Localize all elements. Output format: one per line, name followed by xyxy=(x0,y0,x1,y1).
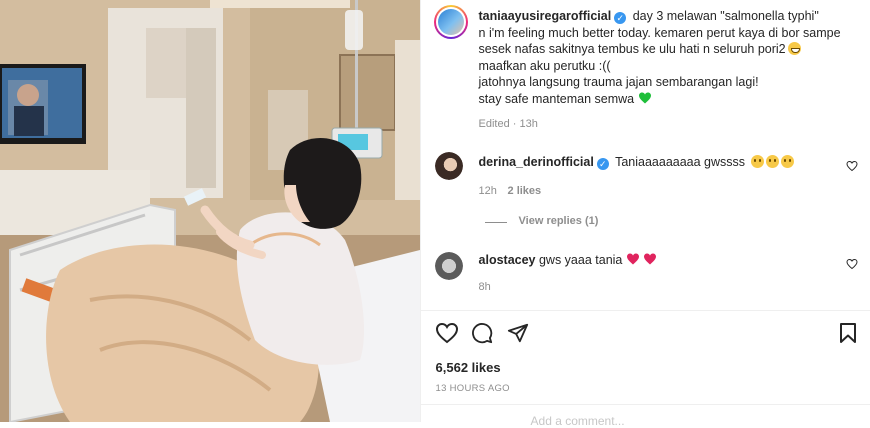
author-username[interactable]: taniaayusiregarofficial xyxy=(479,9,612,23)
sad-face-emoji-icon xyxy=(765,155,779,168)
comment-username[interactable]: derina_derinofficial xyxy=(479,155,594,169)
comment-text: Taniaaaaaaaaa gwssss xyxy=(615,155,746,169)
replies-divider xyxy=(484,222,507,223)
comment-time: 12h xyxy=(478,185,497,197)
post-details-panel: taniaayusiregarofficial ✓ day 3 melawan "… xyxy=(419,0,870,428)
caption-line: day 3 melawan "salmonella typhi" xyxy=(632,9,819,23)
likes-count[interactable]: 6,562 likes xyxy=(436,360,501,375)
instagram-post-viewer: taniaayusiregarofficial ✓ day 3 melawan "… xyxy=(0,0,870,428)
section-divider xyxy=(420,310,870,311)
grinning-sweat-emoji-icon xyxy=(787,42,801,55)
heart-icon[interactable] xyxy=(435,322,459,344)
comment-like-heart-icon[interactable] xyxy=(846,258,858,270)
commenter-avatar[interactable] xyxy=(434,152,463,180)
post-timestamp: 13 HOURS AGO xyxy=(435,383,510,394)
bookmark-icon[interactable] xyxy=(839,322,857,344)
section-divider xyxy=(420,404,870,405)
commenter-avatar[interactable] xyxy=(434,252,463,280)
comment-item: alostacey gws yaaa tania xyxy=(479,253,658,267)
sad-face-emoji-icon xyxy=(780,155,794,168)
paper-plane-icon[interactable] xyxy=(507,322,529,344)
post-caption: taniaayusiregarofficial ✓ day 3 melawan "… xyxy=(479,8,859,107)
comment-like-heart-icon[interactable] xyxy=(846,160,858,172)
comment-item: derina_derinofficial ✓ Taniaaaaaaaaa gwss… xyxy=(479,155,794,170)
green-heart-icon xyxy=(638,92,651,103)
caption-line: n i'm feeling much better today. kemaren… xyxy=(478,25,841,40)
caption-line: jatohnya langsung trauma jajan sembarang… xyxy=(478,75,759,89)
comment-username[interactable]: alostacey xyxy=(479,253,536,267)
red-heart-icon xyxy=(644,253,657,265)
sad-face-emoji-icon xyxy=(750,155,764,168)
verified-badge-icon: ✓ xyxy=(614,12,627,24)
author-avatar[interactable] xyxy=(433,5,468,39)
post-photo[interactable] xyxy=(0,0,420,422)
caption-line: stay safe manteman semwa xyxy=(478,91,635,106)
caption-line: maafkan aku perutku :(( xyxy=(478,58,611,73)
add-comment-input[interactable]: Add a comment... xyxy=(531,414,625,428)
comment-text: gws yaaa tania xyxy=(538,253,623,267)
hospital-room-illustration xyxy=(0,0,420,422)
verified-badge-icon: ✓ xyxy=(596,158,609,170)
view-replies-link[interactable]: View replies (1) xyxy=(519,215,599,227)
caption-line: sesek nafas sakitnya tembus ke ulu hati … xyxy=(478,42,786,56)
comment-time: 8h xyxy=(478,281,491,293)
post-edited-time: Edited · 13h xyxy=(478,118,538,130)
comment-likes[interactable]: 2 likes xyxy=(508,185,542,197)
red-heart-icon xyxy=(626,253,639,265)
comment-icon[interactable] xyxy=(471,322,493,344)
